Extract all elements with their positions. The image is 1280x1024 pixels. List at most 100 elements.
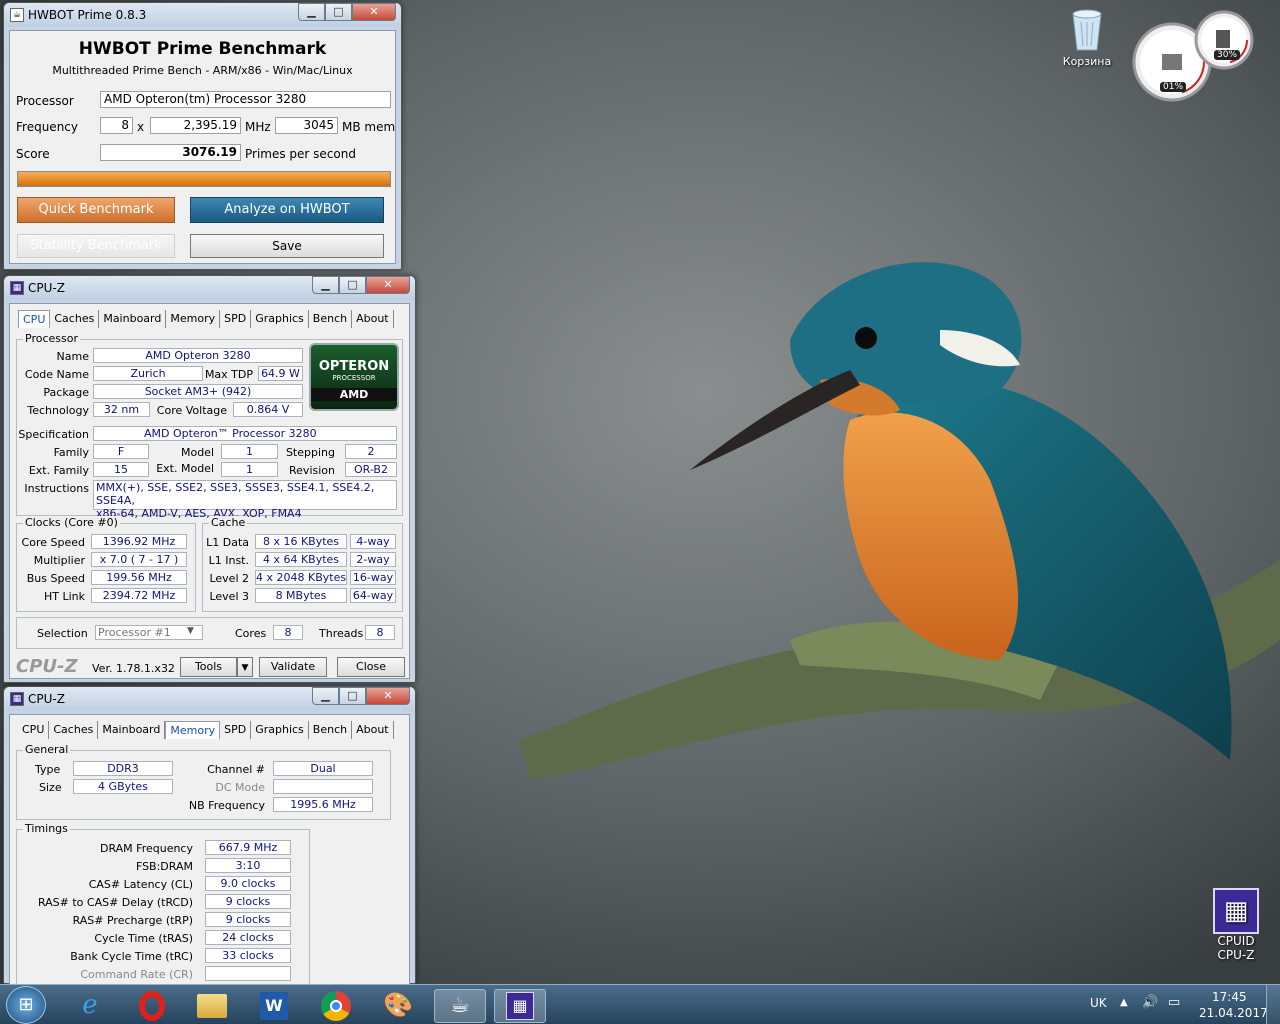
trash-icon xyxy=(1072,9,1102,51)
show-desktop-button[interactable] xyxy=(1266,985,1280,1024)
tab-caches[interactable]: Caches xyxy=(50,310,100,328)
logo-opteron-text: OPTERON xyxy=(318,359,390,374)
l1-inst-ways: 2-way xyxy=(350,552,396,567)
selection-label: Selection xyxy=(37,627,88,640)
logo-processor-text: PROCESSOR xyxy=(332,374,376,382)
volume-icon[interactable]: 🔊 xyxy=(1142,995,1158,1010)
threads-label: Threads xyxy=(319,627,364,640)
timing-label: DRAM Frequency xyxy=(99,842,193,855)
tab-memory[interactable]: Memory xyxy=(165,721,221,739)
multiplier-label: Multiplier xyxy=(33,554,85,567)
cpu-meter-gadget[interactable]: 01% 30% xyxy=(1130,8,1256,102)
tab-bench[interactable]: Bench xyxy=(309,721,353,739)
minimize-button[interactable]: ▁ xyxy=(312,687,339,705)
cores-label: Cores xyxy=(235,627,267,640)
timing-value xyxy=(205,966,291,981)
level2-ways: 16-way xyxy=(350,570,396,585)
minimize-button[interactable]: ▁ xyxy=(312,276,339,294)
close-app-button[interactable]: Close xyxy=(337,657,405,677)
timing-value: 9 clocks xyxy=(205,912,291,927)
tab-graphics[interactable]: Graphics xyxy=(251,310,309,328)
cpuz-desktop-shortcut[interactable]: ▦ CPUID CPU-Z xyxy=(1206,888,1266,962)
frequency-label: Frequency xyxy=(16,120,78,134)
tab-about[interactable]: About xyxy=(352,721,394,739)
start-button[interactable]: ⊞ xyxy=(6,986,46,1024)
cores-field[interactable]: 8 xyxy=(100,117,133,134)
tab-cpu[interactable]: CPU xyxy=(18,721,50,739)
cpu-usage-readout: 01% xyxy=(1160,82,1187,92)
close-button[interactable]: ✕ xyxy=(366,276,410,294)
general-group: General Type DDR3 Size 4 GBytes Channel … xyxy=(16,743,391,820)
name-label: Name xyxy=(56,350,89,363)
close-button[interactable]: ✕ xyxy=(366,687,410,705)
timing-label: Cycle Time (tRAS) xyxy=(94,932,193,945)
tab-spd[interactable]: SPD xyxy=(220,310,252,328)
show-hidden-icons[interactable]: ▲ xyxy=(1120,997,1128,1008)
specification-value: AMD Opteron™ Processor 3280 xyxy=(93,426,397,441)
tab-mainboard[interactable]: Mainboard xyxy=(99,310,167,328)
benchmark-subheading: Multithreaded Prime Bench - ARM/x86 - Wi… xyxy=(52,64,353,77)
validate-button[interactable]: Validate xyxy=(259,657,327,677)
memory-field[interactable]: 3045 xyxy=(275,117,338,134)
maxtdp-value: 64.9 W xyxy=(258,366,303,381)
language-indicator[interactable]: UK xyxy=(1090,996,1107,1010)
processor-field[interactable]: AMD Opteron(tm) Processor 3280 xyxy=(100,91,391,108)
quick-benchmark-button[interactable]: Quick Benchmark xyxy=(17,197,175,223)
cpuz-cpu-titlebar[interactable]: ▦ CPU-Z ▁ □ ✕ xyxy=(4,276,415,300)
java-taskbar-icon[interactable]: ☕ xyxy=(434,989,486,1023)
explorer-taskbar-icon[interactable] xyxy=(186,989,238,1023)
clock-date[interactable]: 21.04.2017 xyxy=(1199,1006,1268,1020)
recycle-bin-icon[interactable]: Корзина xyxy=(1056,6,1118,68)
tab-memory[interactable]: Memory xyxy=(166,310,221,328)
cpuz-memory-titlebar[interactable]: ▦ CPU-Z ▁ □ ✕ xyxy=(4,687,415,711)
maximize-button[interactable]: □ xyxy=(325,3,352,21)
name-value: AMD Opteron 3280 xyxy=(93,348,303,363)
type-value: DDR3 xyxy=(73,761,173,776)
stability-benchmark-button[interactable]: Stability Benchmark xyxy=(17,234,175,258)
analyze-button[interactable]: Analyze on HWBOT xyxy=(190,197,384,223)
ht-link-label: HT Link xyxy=(43,590,85,603)
score-field[interactable]: 3076.19 xyxy=(100,144,241,161)
cpuz-taskbar-icon[interactable]: ▦ xyxy=(494,989,546,1023)
maximize-button[interactable]: □ xyxy=(339,276,366,294)
tab-graphics[interactable]: Graphics xyxy=(251,721,309,739)
maximize-button[interactable]: □ xyxy=(339,687,366,705)
ie-taskbar-icon[interactable]: ℯ xyxy=(64,989,116,1023)
close-button[interactable]: ✕ xyxy=(352,3,396,21)
tab-bench[interactable]: Bench xyxy=(309,310,353,328)
package-value: Socket AM3+ (942) xyxy=(93,384,303,399)
memory-unit-label: MB mem xyxy=(342,120,396,134)
save-button[interactable]: Save xyxy=(190,234,384,258)
tab-about[interactable]: About xyxy=(352,310,394,328)
chevron-down-icon[interactable]: ▼ xyxy=(187,626,194,636)
cpuz-chip-icon: ▦ xyxy=(1213,888,1259,934)
network-icon[interactable]: ▭ xyxy=(1168,995,1180,1010)
family-value: F xyxy=(93,444,149,459)
chrome-taskbar-icon[interactable] xyxy=(310,989,362,1023)
tab-caches[interactable]: Caches xyxy=(49,721,99,739)
frequency-field[interactable]: 2,395.19 xyxy=(150,117,241,134)
revision-label: Revision xyxy=(289,464,335,477)
word-taskbar-icon[interactable]: W xyxy=(248,989,300,1023)
paint-taskbar-icon[interactable]: 🎨 xyxy=(372,989,424,1023)
tab-mainboard[interactable]: Mainboard xyxy=(98,721,166,739)
hwbot-titlebar[interactable]: ☕ HWBOT Prime 0.8.3 ▁ □ ✕ xyxy=(4,3,401,27)
minimize-button[interactable]: ▁ xyxy=(298,3,325,21)
model-value: 1 xyxy=(221,444,278,459)
opera-taskbar-icon[interactable] xyxy=(126,989,178,1023)
nb-frequency-value: 1995.6 MHz xyxy=(273,797,373,812)
cpuz-app-icon: ▦ xyxy=(10,692,24,706)
tab-cpu[interactable]: CPU xyxy=(18,310,51,328)
logo-amd-text: AMD xyxy=(311,388,397,401)
stepping-value: 2 xyxy=(345,444,397,459)
cpuz-cpu-client: CPU Caches Mainboard Memory SPD Graphics… xyxy=(9,303,410,679)
cpuz-memory-title: CPU-Z xyxy=(28,692,65,706)
cache-group: Cache L1 Data 8 x 16 KBytes 4-way L1 Ins… xyxy=(202,516,403,612)
tools-button[interactable]: Tools xyxy=(180,657,237,677)
model-label: Model xyxy=(180,446,214,459)
clock-time[interactable]: 17:45 xyxy=(1212,990,1247,1004)
tools-dropdown-button[interactable]: ▼ xyxy=(237,657,253,677)
tab-spd[interactable]: SPD xyxy=(220,721,252,739)
instructions-value: MMX(+), SSE, SSE2, SSE3, SSSE3, SSE4.1, … xyxy=(93,480,397,520)
technology-label: Technology xyxy=(27,404,89,417)
